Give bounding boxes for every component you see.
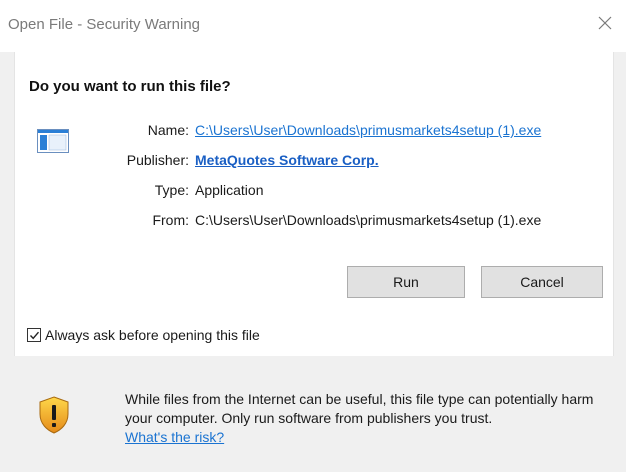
warning-text: While files from the Internet can be use… — [125, 391, 594, 426]
always-ask-checkbox-row[interactable]: Always ask before opening this file — [27, 327, 260, 343]
from-label: From: — [152, 212, 189, 228]
name-link[interactable]: C:\Users\User\Downloads\primusmarkets4se… — [195, 122, 541, 138]
content-pane: Do you want to run this file? Name: C:\U… — [14, 52, 614, 356]
warning-area: While files from the Internet can be use… — [0, 358, 626, 472]
from-value: C:\Users\User\Downloads\primusmarkets4se… — [195, 212, 542, 228]
checkmark-icon — [29, 331, 39, 339]
always-ask-label: Always ask before opening this file — [45, 327, 260, 343]
type-label: Type: — [154, 182, 189, 198]
window-title: Open File - Security Warning — [8, 16, 201, 33]
close-button[interactable] — [592, 10, 618, 36]
publisher-label: Publisher: — [126, 152, 189, 168]
run-button[interactable]: Run — [347, 266, 465, 298]
from-row: From: C:\Users\User\Downloads\primusmark… — [15, 212, 613, 232]
cancel-button[interactable]: Cancel — [481, 266, 603, 298]
type-value: Application — [195, 182, 264, 198]
shield-warning-icon — [39, 396, 69, 434]
publisher-row: Publisher: MetaQuotes Software Corp. — [15, 152, 613, 172]
type-row: Type: Application — [15, 182, 613, 202]
name-row: Name: C:\Users\User\Downloads\primusmark… — [15, 122, 613, 142]
whats-the-risk-link[interactable]: What's the risk? — [125, 429, 224, 445]
title-bar: Open File - Security Warning — [0, 0, 626, 52]
dialog-question: Do you want to run this file? — [29, 78, 231, 95]
always-ask-checkbox[interactable] — [27, 328, 41, 342]
warning-message: While files from the Internet can be use… — [125, 390, 615, 447]
close-icon — [598, 16, 612, 30]
security-warning-dialog: Open File - Security Warning Do you want… — [0, 0, 626, 472]
name-label: Name: — [147, 122, 189, 138]
publisher-link[interactable]: MetaQuotes Software Corp. — [195, 152, 379, 168]
